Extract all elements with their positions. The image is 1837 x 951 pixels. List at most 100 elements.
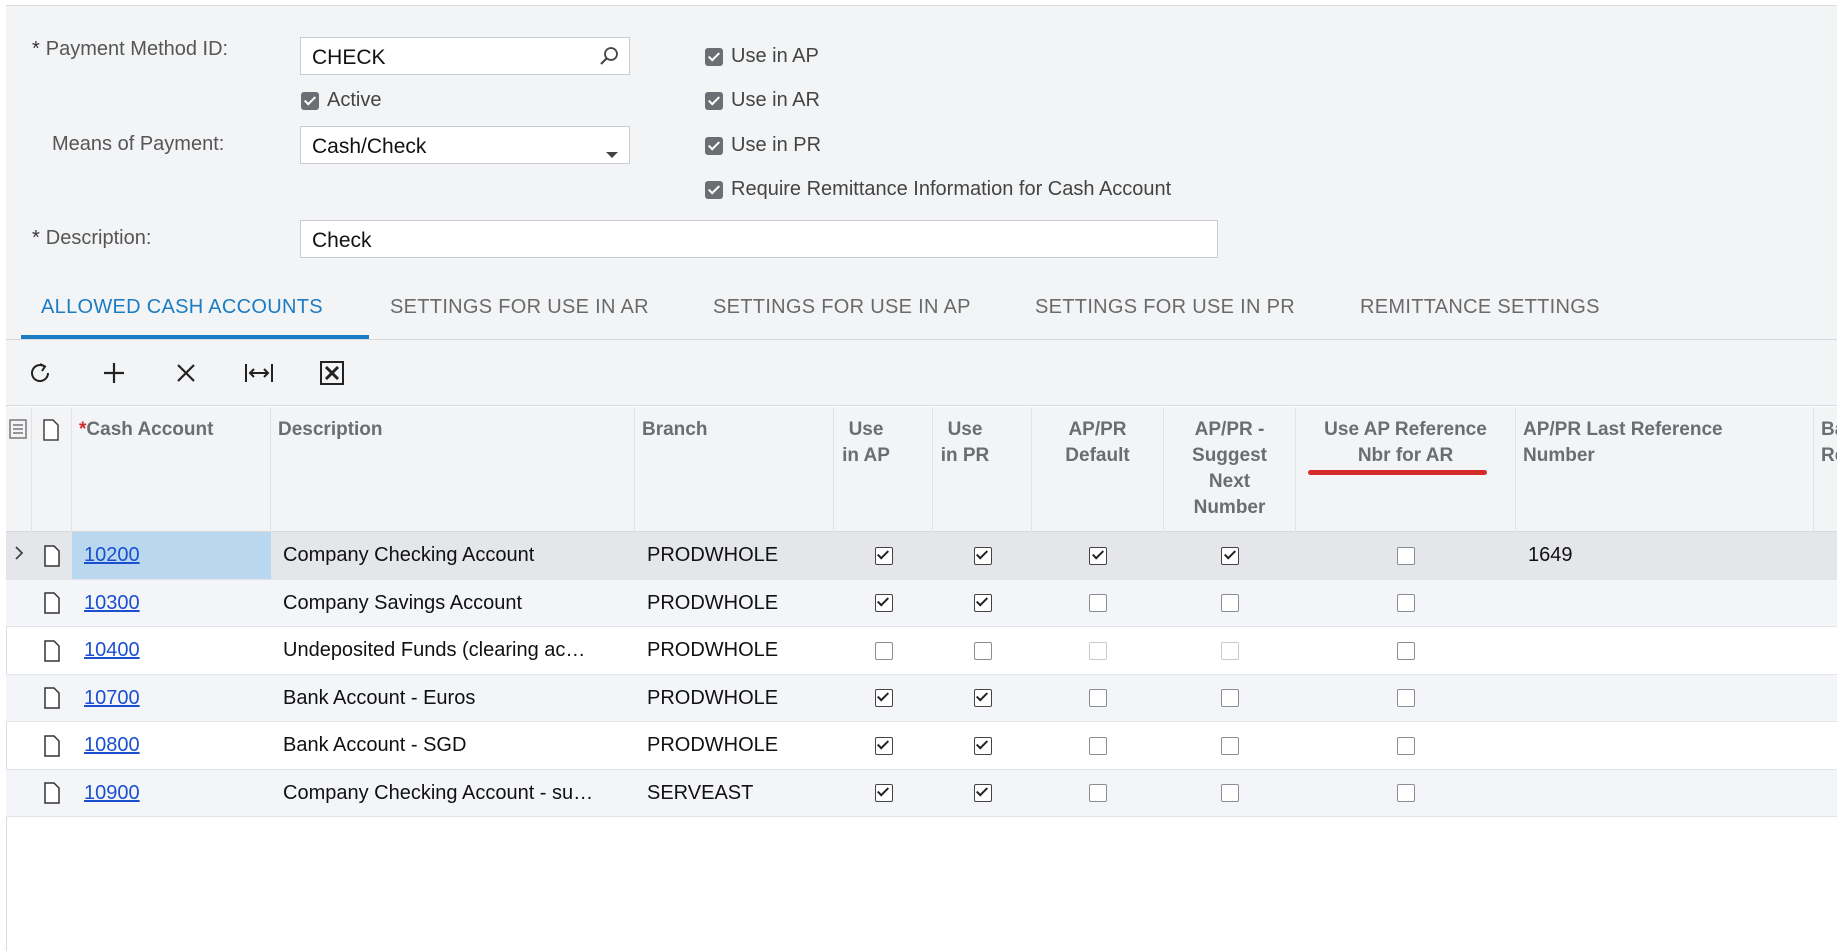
appr-default-cell[interactable] [1032,580,1164,627]
cash-account-column-header[interactable]: *Cash Account [72,407,271,532]
cash-account-link[interactable]: 10400 [84,639,140,662]
partial-column-header[interactable]: Ba Re [1814,407,1837,532]
description-column-header[interactable]: Description [271,407,635,532]
appr-suggest-checkbox[interactable] [1221,641,1239,660]
appr-suggest-cell[interactable] [1164,675,1296,722]
use-ap-ref-cell[interactable] [1296,770,1516,817]
cash-account-cell[interactable]: 10700 [72,675,271,722]
use-in-ap-cell[interactable] [834,770,933,817]
use-in-pr-cell[interactable] [933,580,1032,627]
delete-icon[interactable] [171,358,201,388]
table-row[interactable]: 10400 Undeposited Funds (clearing ac… PROD… [6,627,1837,675]
use-in-ar-checkbox[interactable]: Use in AR [705,89,820,112]
use-in-pr-column-header[interactable]: Use in PR [933,407,1032,532]
use-in-pr-checkbox[interactable] [973,594,992,612]
document-icon[interactable] [32,532,72,579]
appr-suggest-checkbox[interactable] [1221,689,1239,707]
table-row[interactable]: 10700 Bank Account - Euros PRODWHOLE [6,674,1837,722]
appr-suggest-cell[interactable] [1164,580,1296,627]
cash-account-link[interactable]: 10700 [84,687,140,710]
use-in-pr-checkbox[interactable] [973,689,992,707]
appr-suggest-checkbox[interactable] [1221,784,1239,802]
appr-default-cell[interactable] [1032,722,1164,769]
use-ap-ref-checkbox[interactable] [1397,546,1415,565]
use-ap-ref-cell[interactable] [1296,580,1516,627]
row-selector[interactable] [6,627,32,674]
document-icon[interactable] [32,580,72,627]
appr-suggest-cell[interactable] [1164,722,1296,769]
appr-suggest-cell[interactable] [1164,627,1296,674]
require-remittance-checkbox[interactable]: Require Remittance Information for Cash … [705,178,1171,201]
use-in-ap-cell[interactable] [834,532,933,579]
use-ap-ref-cell[interactable] [1296,532,1516,579]
use-ap-ref-cell[interactable] [1296,627,1516,674]
appr-default-cell[interactable] [1032,627,1164,674]
document-icon[interactable] [32,627,72,674]
cash-account-link[interactable]: 10200 [84,544,140,567]
payment-method-id-field[interactable]: CHECK [300,37,630,75]
use-ap-ref-checkbox[interactable] [1397,736,1415,755]
use-in-pr-cell[interactable] [933,627,1032,674]
appr-default-cell[interactable] [1032,770,1164,817]
appr-default-checkbox[interactable] [1089,736,1107,755]
use-in-pr-checkbox[interactable] [973,784,992,802]
use-ap-ref-checkbox[interactable] [1397,641,1415,660]
document-icon[interactable] [32,770,72,817]
column-settings-icon[interactable] [9,419,27,439]
row-selector[interactable] [6,722,32,769]
use-in-pr-cell[interactable] [933,675,1032,722]
appr-default-cell[interactable] [1032,675,1164,722]
use-in-ap-column-header[interactable]: Use in AP [834,407,933,532]
branch-column-header[interactable]: Branch [635,407,834,532]
last-ref-cell[interactable] [1516,675,1814,722]
excel-export-icon[interactable] [317,358,347,388]
use-in-ap-checkbox[interactable] [874,594,893,612]
use-ap-ref-checkbox[interactable] [1397,784,1415,802]
cash-account-cell[interactable]: 10300 [72,580,271,627]
last-ref-column-header[interactable]: AP/PR Last Reference Number [1516,407,1814,532]
last-ref-cell[interactable] [1516,770,1814,817]
add-icon[interactable] [99,358,129,388]
appr-default-column-header[interactable]: AP/PR Default [1032,407,1164,532]
chevron-down-icon[interactable] [605,141,619,165]
cash-account-link[interactable]: 10900 [84,782,140,805]
use-in-ap-checkbox[interactable] [874,546,893,565]
table-row[interactable]: 10900 Company Checking Account - su… SERVE… [6,769,1837,817]
use-ap-ref-checkbox[interactable] [1397,594,1415,612]
cash-account-cell[interactable]: 10900 [72,770,271,817]
row-selector[interactable] [6,532,32,579]
tab-allowed-cash-accounts[interactable]: ALLOWED CASH ACCOUNTS [41,296,323,319]
use-in-pr-checkbox[interactable] [973,736,992,755]
use-in-ap-checkbox[interactable] [874,641,893,660]
checkbox-checked[interactable] [705,47,723,66]
use-in-ap-cell[interactable] [834,627,933,674]
appr-suggest-checkbox[interactable] [1221,546,1239,565]
table-row[interactable]: 10200 Company Checking Account PRODWHOLE 16… [6,532,1837,580]
appr-default-cell[interactable] [1032,532,1164,579]
appr-suggest-column-header[interactable]: AP/PR - Suggest Next Number [1164,407,1296,532]
document-icon[interactable] [32,722,72,769]
cash-account-cell[interactable]: 10800 [72,722,271,769]
row-selector[interactable] [6,675,32,722]
row-selector[interactable] [6,580,32,627]
last-ref-cell[interactable] [1516,627,1814,674]
use-in-ap-checkbox[interactable] [874,784,893,802]
cash-account-link[interactable]: 10300 [84,592,140,615]
tab-remittance-settings[interactable]: REMITTANCE SETTINGS [1360,296,1600,319]
document-icon[interactable] [32,675,72,722]
table-row[interactable]: 10800 Bank Account - SGD PRODWHOLE [6,722,1837,770]
use-in-pr-checkbox[interactable] [973,546,992,565]
use-in-pr-cell[interactable] [933,770,1032,817]
use-ap-ref-cell[interactable] [1296,722,1516,769]
use-in-pr-cell[interactable] [933,722,1032,769]
appr-default-checkbox[interactable] [1089,594,1107,612]
appr-default-checkbox[interactable] [1089,641,1107,660]
last-ref-cell[interactable] [1516,722,1814,769]
appr-suggest-checkbox[interactable] [1221,594,1239,612]
table-row[interactable]: 10300 Company Savings Account PRODWHOLE [6,579,1837,627]
use-in-ap-checkbox[interactable] [874,689,893,707]
checkbox-checked[interactable] [705,91,723,110]
last-ref-cell[interactable]: 1649 [1516,532,1814,579]
refresh-icon[interactable] [26,358,56,388]
cash-account-cell[interactable]: 10200 [72,532,271,579]
